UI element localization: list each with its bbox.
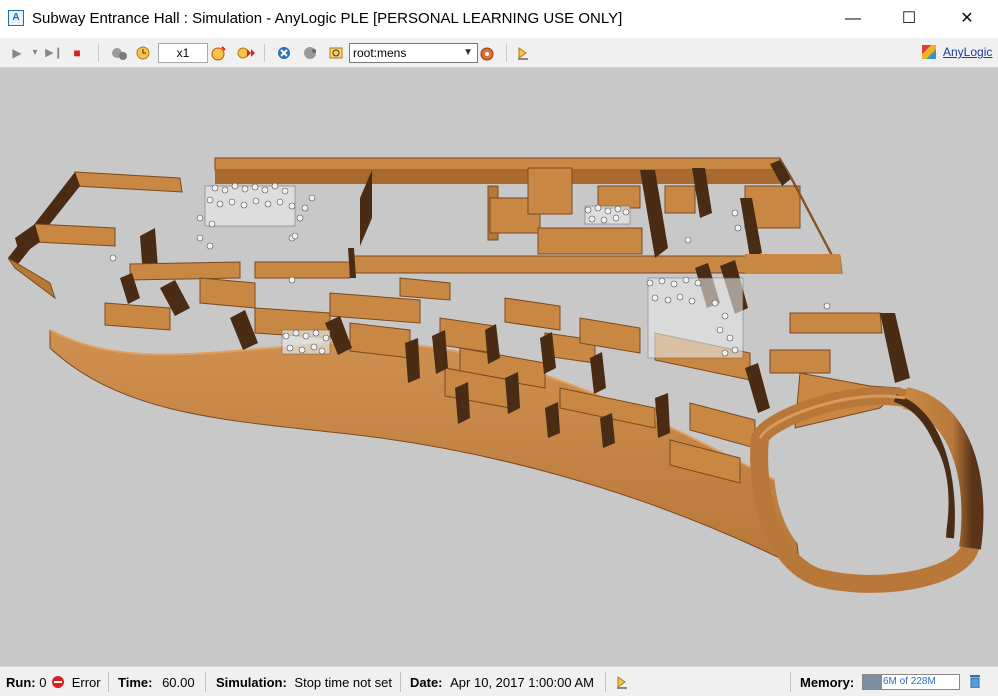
date-label: Date: [410, 675, 443, 690]
memory-status: Memory: [800, 675, 854, 690]
simulation-canvas[interactable] [0, 68, 998, 666]
rotunda-floor [774, 418, 949, 567]
left-wing-shadow [8, 172, 80, 268]
time-value: 60.00 [162, 675, 195, 690]
status-separator [790, 672, 791, 692]
mid-horizontal-wall-3 [129, 261, 241, 281]
speed-up-icon[interactable] [210, 45, 228, 61]
room-box-2 [527, 167, 573, 215]
play-icon[interactable]: ▶ [10, 45, 24, 61]
focus-icon[interactable] [478, 45, 496, 61]
east-room-wall-shadow [880, 313, 910, 383]
room-box-3 [537, 227, 643, 255]
memory-label: Memory: [800, 675, 855, 690]
subway-hall-3d-view [7, 157, 984, 593]
status-separator [108, 672, 109, 692]
memory-bar: 6M of 228M [862, 674, 960, 690]
simulation-status: Simulation: Stop time not set [216, 675, 392, 690]
toolbar: ▶ ▾ ▶❙ ■ x1 root:mens ▼ AnyLogic [0, 38, 998, 68]
east-room [745, 254, 842, 273]
experiment-icon[interactable] [276, 45, 294, 61]
date-status: Date: Apr 10, 2017 1:00:00 AM [410, 675, 594, 690]
run-status: Run: 0 Error [6, 675, 101, 690]
step-icon[interactable]: ▶❙ [44, 45, 64, 61]
status-bar: Run: 0 Error Time: 60.00 Simulation: Sto… [0, 666, 998, 696]
crowd-east [646, 276, 744, 359]
view-area-select[interactable]: root:mens ▼ [349, 43, 478, 63]
play-dropdown-icon[interactable]: ▾ [30, 45, 40, 61]
status-separator [605, 672, 606, 692]
view-area-icon[interactable] [328, 45, 346, 61]
stop-icon[interactable]: ■ [70, 45, 84, 61]
window-title: Subway Entrance Hall : Simulation - AnyL… [32, 10, 623, 27]
memory-bar-fill [863, 675, 883, 689]
toolbar-separator [264, 44, 265, 62]
run-value: 0 [39, 675, 47, 690]
view-area-value: root:mens [353, 46, 407, 60]
toolbar-separator [98, 44, 99, 62]
status-separator [205, 672, 206, 692]
close-button[interactable]: ✕ [944, 0, 990, 38]
navigate-icon[interactable] [302, 45, 320, 61]
minimize-button[interactable]: — [830, 0, 876, 38]
time-label: Time: [118, 675, 153, 690]
crowd-south-west [281, 329, 331, 355]
west-wall [7, 257, 56, 300]
toolbar-separator [506, 44, 507, 62]
anylogic-icon: A [8, 10, 24, 26]
anylogic-logo-icon [922, 45, 936, 59]
crowd-north-west [196, 182, 316, 250]
memory-value: 6M of 228M [883, 676, 936, 687]
simulation-label: Simulation: [216, 675, 287, 690]
trash-icon[interactable] [969, 674, 981, 689]
speed-field[interactable]: x1 [158, 43, 208, 63]
maximize-button[interactable]: ☐ [886, 0, 932, 38]
room-wall [34, 223, 116, 247]
error-text[interactable]: Error [72, 675, 101, 690]
error-icon [52, 676, 65, 688]
time-status: Time: 60.00 [118, 675, 195, 690]
slow-down-icon[interactable] [110, 45, 128, 61]
fast-forward-icon[interactable] [236, 45, 256, 61]
developer-panel-status-icon[interactable] [616, 674, 628, 693]
east-room-wall [789, 312, 883, 334]
anylogic-link[interactable]: AnyLogic [943, 45, 992, 59]
view-dropdown-icon[interactable]: ▼ [463, 44, 473, 62]
run-label: Run: [6, 675, 36, 690]
left-wing-wall [74, 171, 183, 193]
simulation-value: Stop time not set [294, 675, 392, 690]
room-box-4 [597, 185, 641, 209]
mid-horizontal-wall-2 [254, 261, 351, 279]
east-room-box [769, 349, 831, 374]
real-time-icon[interactable] [135, 45, 153, 61]
title-bar: A Subway Entrance Hall : Simulation - An… [0, 0, 998, 38]
status-separator [400, 672, 401, 692]
date-value: Apr 10, 2017 1:00:00 AM [450, 675, 594, 690]
room-box-5 [664, 185, 696, 214]
developer-panel-icon[interactable] [516, 45, 530, 61]
